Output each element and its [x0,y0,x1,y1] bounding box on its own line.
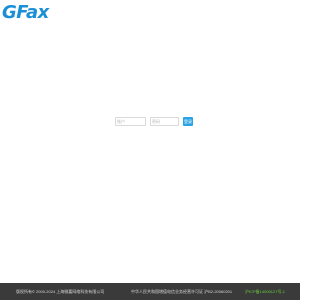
login-form: 登录 [115,117,193,126]
logo-text: GFax [2,2,49,23]
password-input[interactable] [150,117,179,126]
footer-icp-link[interactable]: 沪ICP备14000127号-1 [245,289,285,295]
footer-copyright: 版权所有© 2000-2024 上海微嘉网络科技有限公司 [16,288,105,294]
login-page: GFax 登录 版权所有© 2000-2024 上海微嘉网络科技有限公司 中华人… [0,0,300,300]
footer-license: 中华人民共和国增值电信业务经营许可证 沪B2-20060201 [131,288,233,294]
username-input[interactable] [115,117,146,126]
login-button[interactable]: 登录 [183,117,193,126]
brand-logo: GFax [2,3,49,23]
footer: 版权所有© 2000-2024 上海微嘉网络科技有限公司 中华人民共和国增值电信… [0,283,300,300]
